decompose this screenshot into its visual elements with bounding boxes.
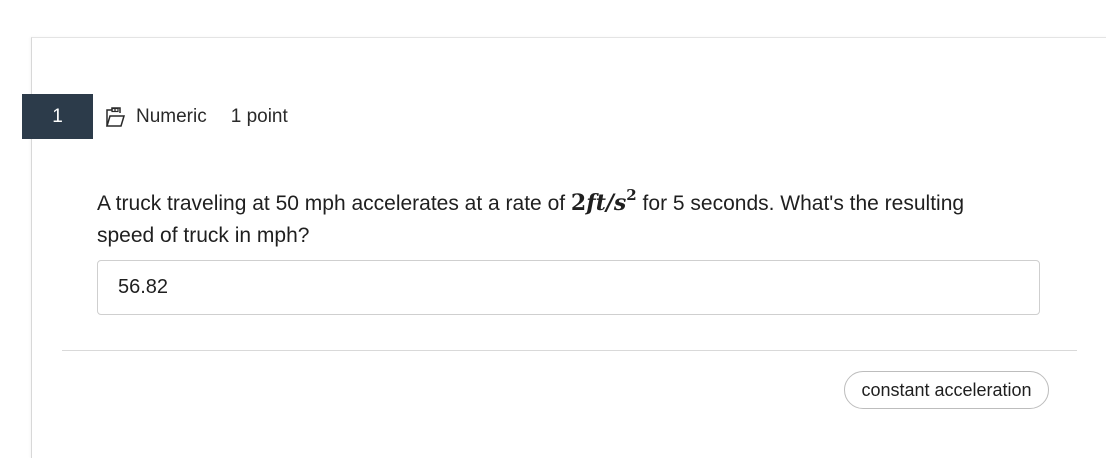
- question-type-label: Numeric: [136, 106, 207, 127]
- numeric-question-icon: [104, 106, 126, 128]
- question-text-before: A truck traveling at 50 mph accelerates …: [97, 192, 571, 215]
- answer-input[interactable]: [98, 261, 1039, 314]
- section-divider: [62, 350, 1077, 351]
- question-points: 1 point: [230, 106, 288, 127]
- acceleration-formula: 2ft/s2: [570, 185, 637, 216]
- answer-field[interactable]: [97, 260, 1040, 315]
- question-prompt: A truck traveling at 50 mph accelerates …: [97, 187, 997, 252]
- question-meta: Numeric 1 point: [104, 102, 288, 132]
- question-number-badge: 1: [22, 94, 93, 139]
- tag-constant-acceleration[interactable]: constant acceleration: [844, 371, 1049, 409]
